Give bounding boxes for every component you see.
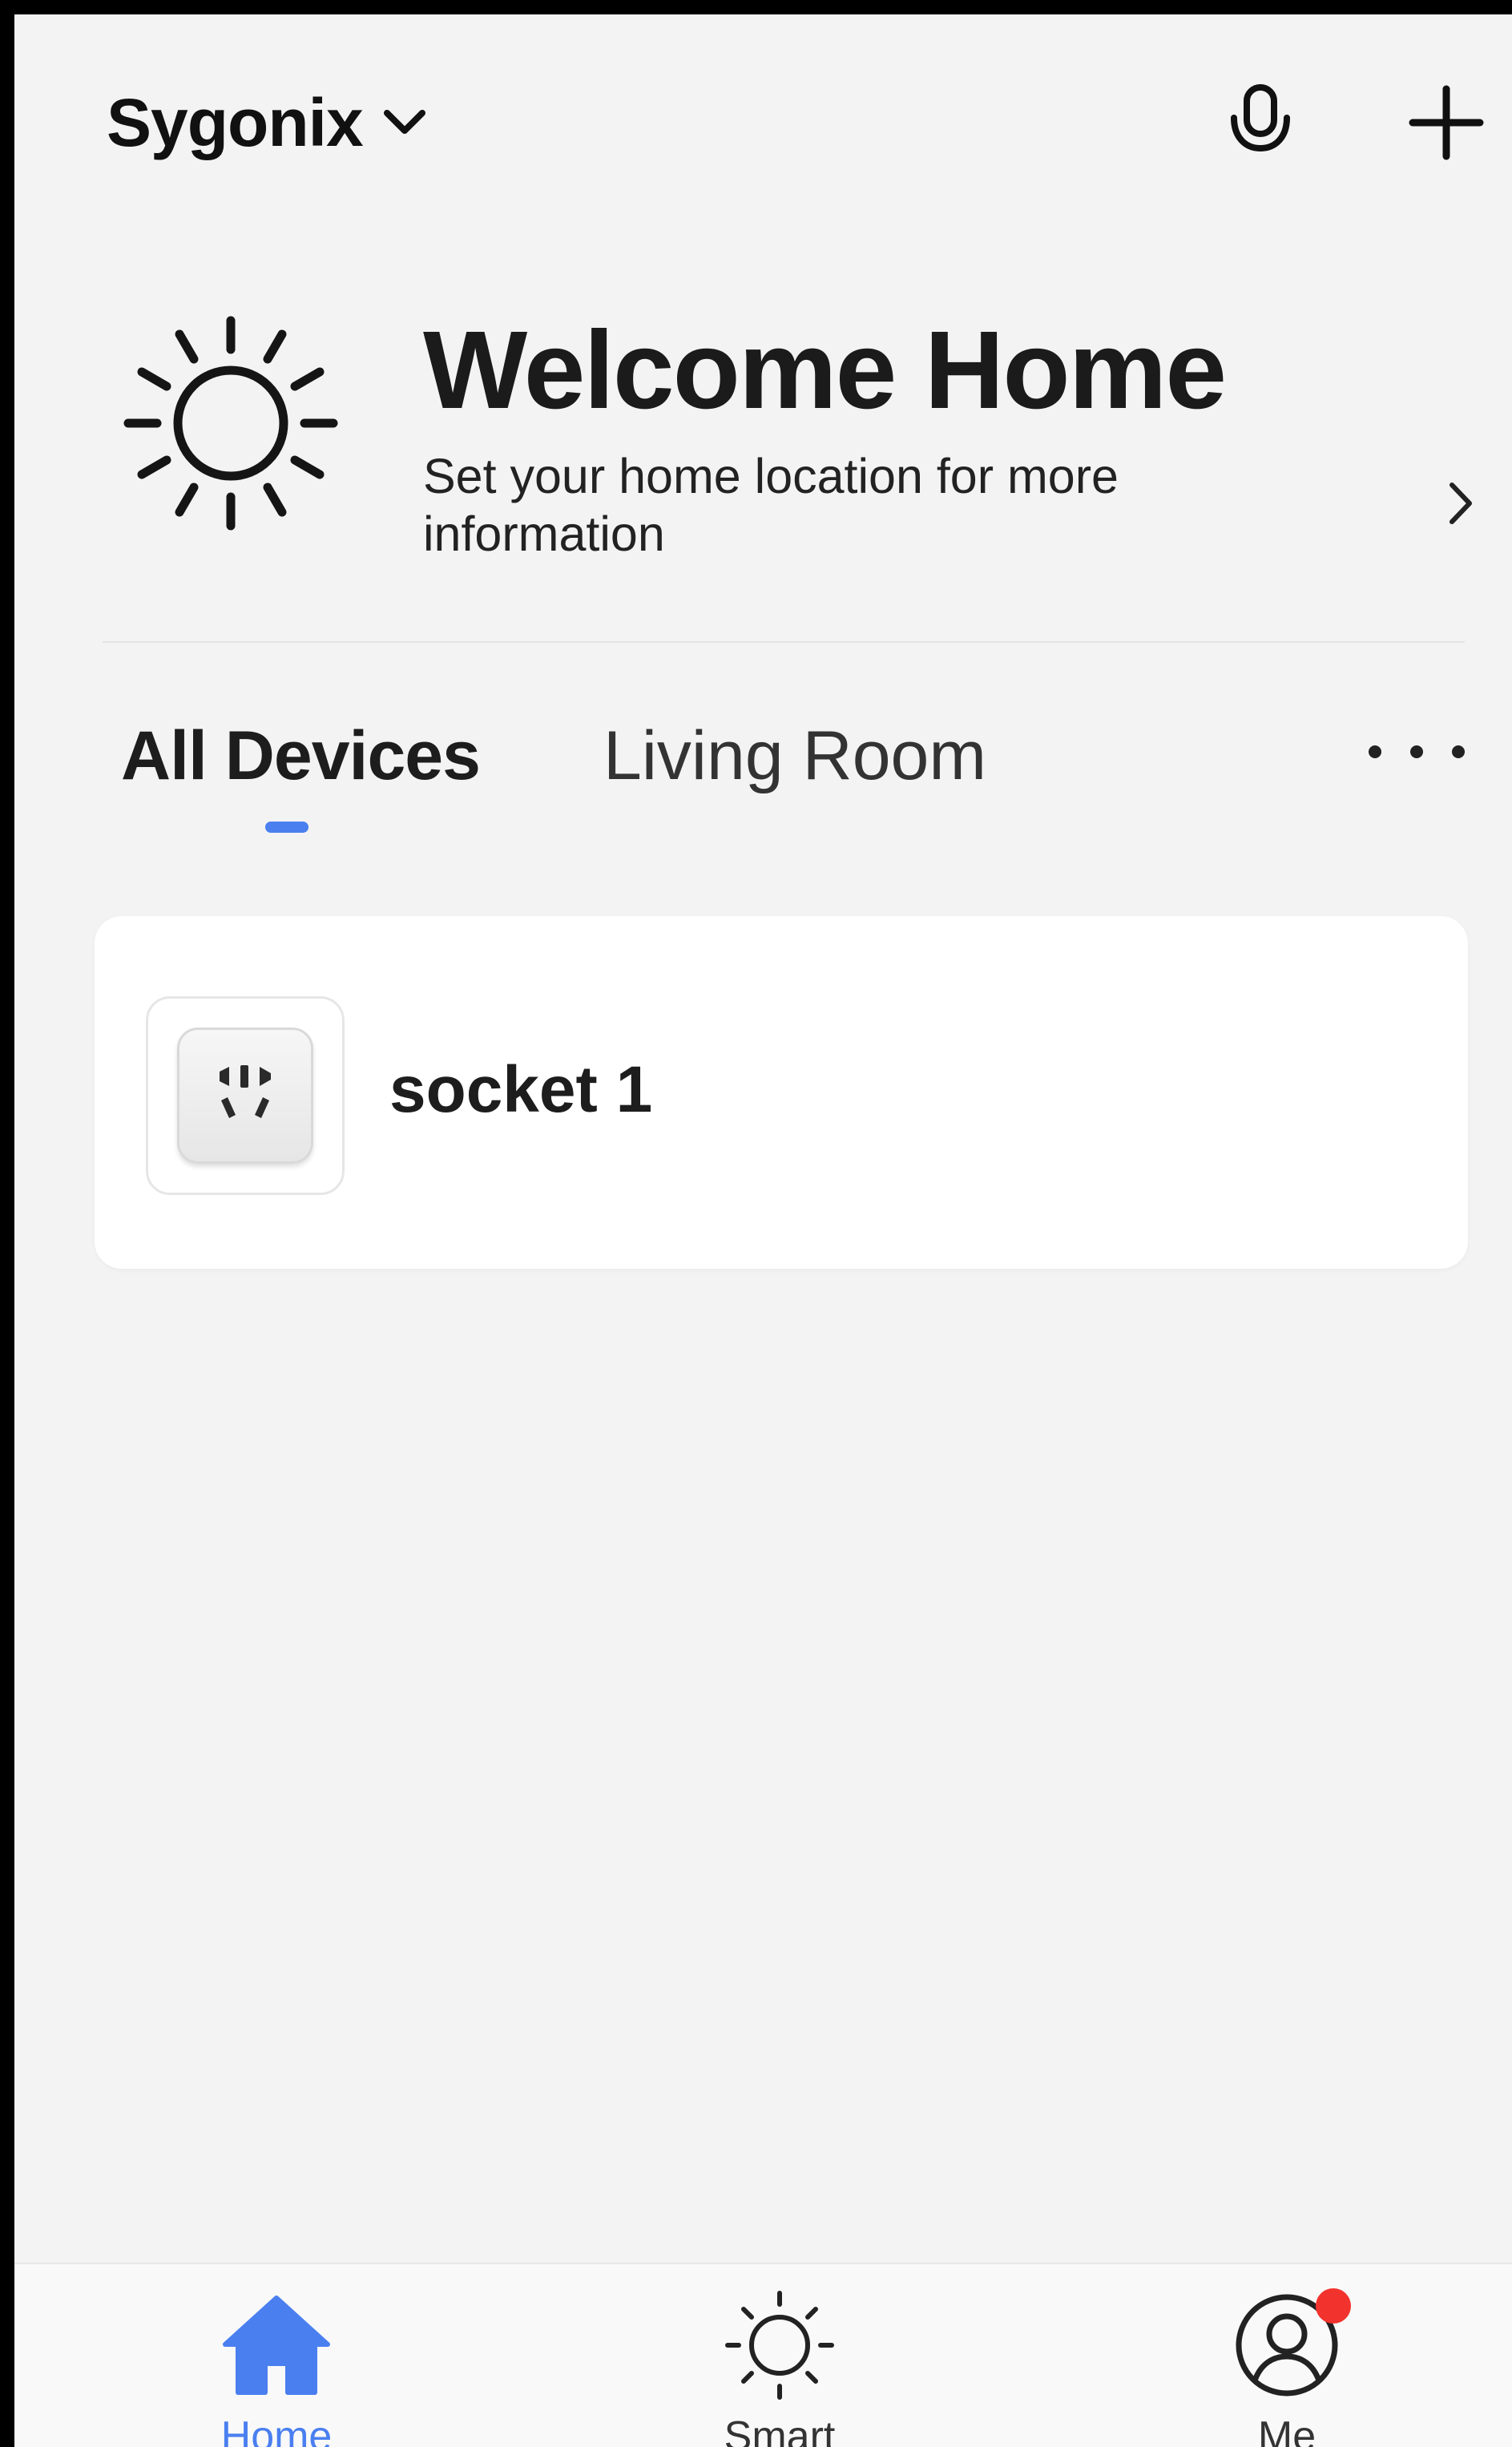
nav-home[interactable]: Home [156,2264,397,2447]
microphone-icon [1231,84,1290,152]
socket-icon [177,1028,313,1164]
add-device-button[interactable] [1394,71,1498,175]
nav-smart-label: Smart [724,2413,836,2447]
divider [103,641,1465,643]
tab-all-devices[interactable]: All Devices [121,712,481,800]
home-selector[interactable]: Sygonix [107,71,427,175]
more-dots-icon[interactable] [1369,720,1465,784]
dot [1410,745,1423,758]
chevron-down-icon [383,110,425,134]
plus-icon [1409,85,1484,160]
nav-me-label: Me [1257,2413,1316,2447]
home-name: Sygonix [107,84,364,160]
app-screen: Sygonix Welcome Home Set your home locat… [0,0,1512,2447]
device-name: socket 1 [389,1053,653,1126]
nav-me[interactable]: Me [1167,2264,1407,2447]
bottom-navigation: Home Smart Me [14,2263,1512,2447]
nav-smart[interactable]: Smart [659,2264,900,2447]
chevron-right-icon [1450,483,1472,524]
home-icon [216,2285,337,2405]
welcome-subtitle: Set your home location for more informat… [423,449,1119,561]
nav-home-label: Home [220,2413,333,2447]
tab-active-indicator [265,822,308,833]
welcome-banner[interactable]: Welcome Home Set your home location for … [95,295,1489,575]
device-thumbnail [146,996,345,1195]
tab-living-room[interactable]: Living Room [603,712,986,800]
device-card[interactable]: socket 1 [95,916,1468,1269]
sun-icon [720,2285,840,2405]
notification-badge [1316,2288,1351,2324]
microphone-button[interactable] [1208,71,1312,175]
socket-holes-graphic [220,1065,271,1118]
dot [1452,745,1465,758]
dot [1369,745,1381,758]
sun-icon [123,316,338,531]
welcome-title: Welcome Home [423,309,1227,432]
